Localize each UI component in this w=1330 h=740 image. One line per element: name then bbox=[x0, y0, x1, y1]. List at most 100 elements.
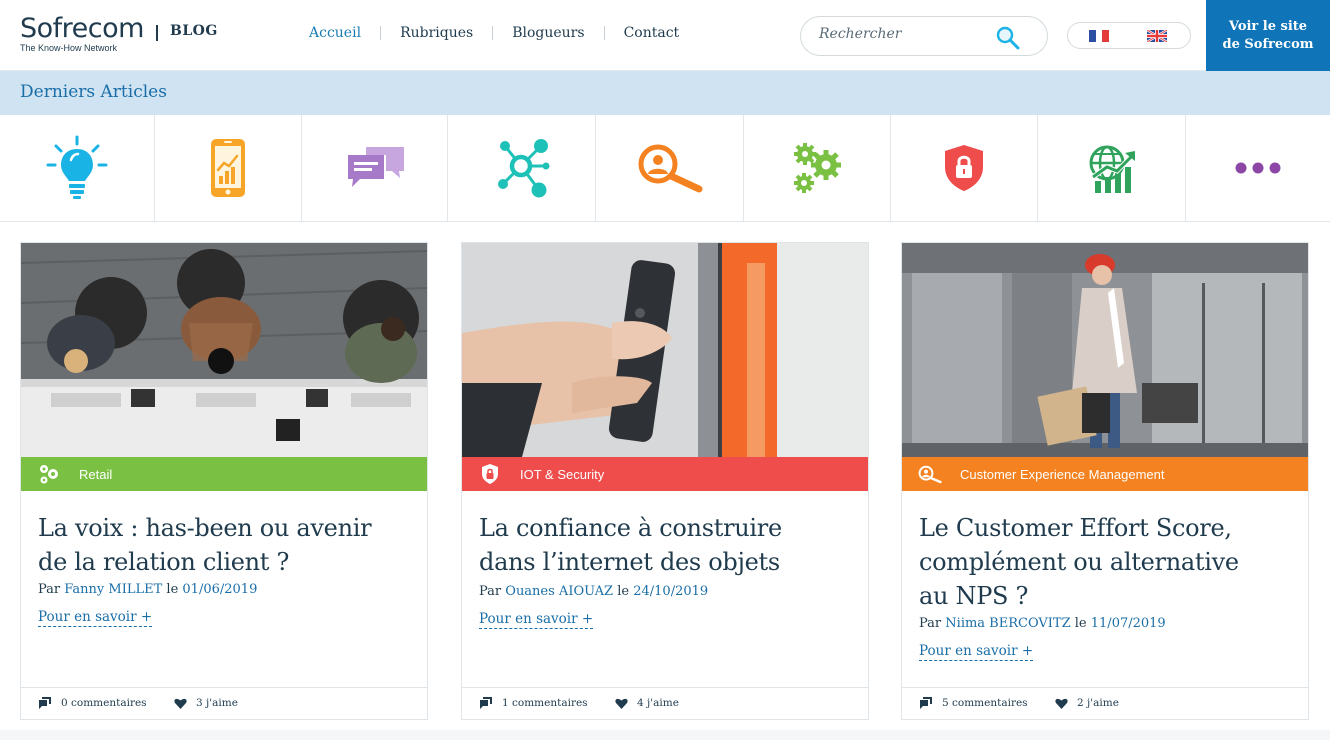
nav-divider bbox=[603, 26, 605, 40]
date-label: le bbox=[166, 582, 179, 597]
article-image-phone[interactable] bbox=[462, 243, 868, 457]
likes-count: 2 j'aime bbox=[1077, 697, 1119, 709]
heart-icon bbox=[1055, 698, 1068, 709]
search-box bbox=[800, 16, 1048, 56]
comments-icon bbox=[480, 697, 492, 709]
card-footer: 0 commentaires 3 j'aime bbox=[21, 687, 427, 719]
date-label: le bbox=[617, 584, 630, 599]
author-link[interactable]: Ouanes AIOUAZ bbox=[505, 584, 613, 599]
category-band[interactable]: IOT & Security bbox=[462, 457, 868, 491]
nav-rubriques[interactable]: Rubriques bbox=[391, 25, 482, 41]
category-label: Retail bbox=[79, 466, 113, 482]
article-card[interactable]: Customer Experience Management Le Custom… bbox=[901, 242, 1309, 720]
category-digital-growth[interactable] bbox=[1038, 115, 1186, 221]
likes-link[interactable]: 3 j'aime bbox=[174, 697, 238, 709]
article-title[interactable]: La voix : has-been ou avenir de la relat… bbox=[38, 511, 416, 579]
search-people-icon bbox=[918, 462, 942, 486]
heart-icon bbox=[615, 698, 628, 709]
article-meta: Par Ouanes AIOUAZ le 24/10/2019 bbox=[479, 584, 708, 599]
nav-divider bbox=[380, 26, 382, 40]
read-more-link[interactable]: Pour en savoir + bbox=[919, 643, 1034, 661]
search-people-icon bbox=[638, 144, 702, 193]
visit-sofrecom-button[interactable]: Voir le site de Sofrecom bbox=[1206, 0, 1330, 71]
article-card[interactable]: IOT & Security La confiance à construire… bbox=[461, 242, 869, 720]
category-bar bbox=[0, 115, 1330, 222]
likes-count: 3 j'aime bbox=[196, 697, 238, 709]
date-label: le bbox=[1074, 616, 1087, 631]
blog-label[interactable]: BLOG bbox=[170, 23, 218, 39]
category-communication[interactable] bbox=[302, 115, 448, 221]
category-retail[interactable] bbox=[744, 115, 891, 221]
by-label: Par bbox=[479, 584, 502, 599]
chat-bubbles-icon bbox=[347, 147, 404, 187]
gears-icon bbox=[37, 462, 61, 486]
title-line: Le Customer Effort Score, bbox=[919, 514, 1232, 542]
cta-line-2: de Sofrecom bbox=[1222, 37, 1314, 52]
sofrecom-logo[interactable]: Sofrecom The Know-How Network bbox=[20, 14, 144, 54]
fr-flag-icon[interactable] bbox=[1089, 30, 1110, 42]
read-more-link[interactable]: Pour en savoir + bbox=[38, 609, 153, 627]
nav-divider bbox=[492, 26, 494, 40]
search-input[interactable] bbox=[819, 26, 989, 42]
cta-line-1: Voir le site bbox=[1228, 19, 1308, 34]
article-date: 11/07/2019 bbox=[1090, 616, 1166, 631]
author-link[interactable]: Niima BERCOVITZ bbox=[945, 616, 1070, 631]
comments-link[interactable]: 1 commentaires bbox=[479, 697, 588, 709]
likes-link[interactable]: 4 j'aime bbox=[615, 697, 679, 709]
main-nav: Accueil Rubriques Blogueurs Contact bbox=[300, 25, 688, 41]
gears-icon bbox=[794, 143, 841, 193]
read-more-link[interactable]: Pour en savoir + bbox=[479, 611, 594, 629]
section-title: Derniers Articles bbox=[20, 82, 167, 102]
nav-contact[interactable]: Contact bbox=[615, 25, 689, 41]
globe-growth-icon bbox=[1089, 145, 1135, 193]
category-mobile[interactable] bbox=[155, 115, 302, 221]
site-header: Sofrecom The Know-How Network BLOG Accue… bbox=[0, 0, 1330, 71]
article-title[interactable]: Le Customer Effort Score, complément ou … bbox=[919, 511, 1297, 613]
network-nodes-icon bbox=[497, 139, 549, 198]
article-meta: Par Fanny MILLET le 01/06/2019 bbox=[38, 582, 257, 597]
category-band[interactable]: Customer Experience Management bbox=[902, 457, 1308, 491]
likes-link[interactable]: 2 j'aime bbox=[1055, 697, 1119, 709]
category-more[interactable] bbox=[1186, 115, 1330, 221]
comments-link[interactable]: 5 commentaires bbox=[919, 697, 1028, 709]
more-dots-icon bbox=[1235, 162, 1281, 174]
title-line: complément ou alternative bbox=[919, 548, 1239, 576]
article-image-shopper[interactable] bbox=[902, 243, 1308, 457]
comments-count: 0 commentaires bbox=[61, 697, 147, 709]
title-line: de la relation client ? bbox=[38, 548, 290, 576]
by-label: Par bbox=[38, 582, 61, 597]
category-security[interactable] bbox=[891, 115, 1038, 221]
category-innovation[interactable] bbox=[0, 115, 155, 221]
title-line: La voix : has-been ou avenir bbox=[38, 514, 372, 542]
article-date: 01/06/2019 bbox=[182, 582, 258, 597]
uk-flag-icon[interactable] bbox=[1147, 30, 1167, 42]
category-band[interactable]: Retail bbox=[21, 457, 427, 491]
article-image-office[interactable] bbox=[21, 243, 427, 457]
article-title[interactable]: La confiance à construire dans l’interne… bbox=[479, 511, 857, 579]
section-bar: Derniers Articles bbox=[0, 71, 1330, 115]
comments-link[interactable]: 0 commentaires bbox=[38, 697, 147, 709]
next-row-hint bbox=[0, 730, 1330, 740]
logo-tagline: The Know-How Network bbox=[20, 43, 118, 53]
article-meta: Par Niima BERCOVITZ le 11/07/2019 bbox=[919, 616, 1166, 631]
card-footer: 1 commentaires 4 j'aime bbox=[462, 687, 868, 719]
title-line: au NPS ? bbox=[919, 582, 1029, 610]
category-label: IOT & Security bbox=[520, 466, 605, 482]
search-icon[interactable] bbox=[995, 25, 1021, 51]
comments-icon bbox=[39, 697, 51, 709]
heart-icon bbox=[174, 698, 187, 709]
category-customer-experience[interactable] bbox=[596, 115, 744, 221]
title-line: La confiance à construire bbox=[479, 514, 782, 542]
language-switcher bbox=[1067, 22, 1191, 49]
article-card[interactable]: Retail La voix : has-been ou avenir de l… bbox=[20, 242, 428, 720]
security-shield-icon bbox=[945, 145, 983, 191]
nav-blogueurs[interactable]: Blogueurs bbox=[503, 25, 593, 41]
comments-count: 5 commentaires bbox=[942, 697, 1028, 709]
category-networks[interactable] bbox=[448, 115, 596, 221]
author-link[interactable]: Fanny MILLET bbox=[64, 582, 162, 597]
nav-accueil[interactable]: Accueil bbox=[300, 25, 370, 41]
card-footer: 5 commentaires 2 j'aime bbox=[902, 687, 1308, 719]
comments-count: 1 commentaires bbox=[502, 697, 588, 709]
logo-divider bbox=[156, 25, 158, 41]
category-label: Customer Experience Management bbox=[960, 466, 1165, 482]
